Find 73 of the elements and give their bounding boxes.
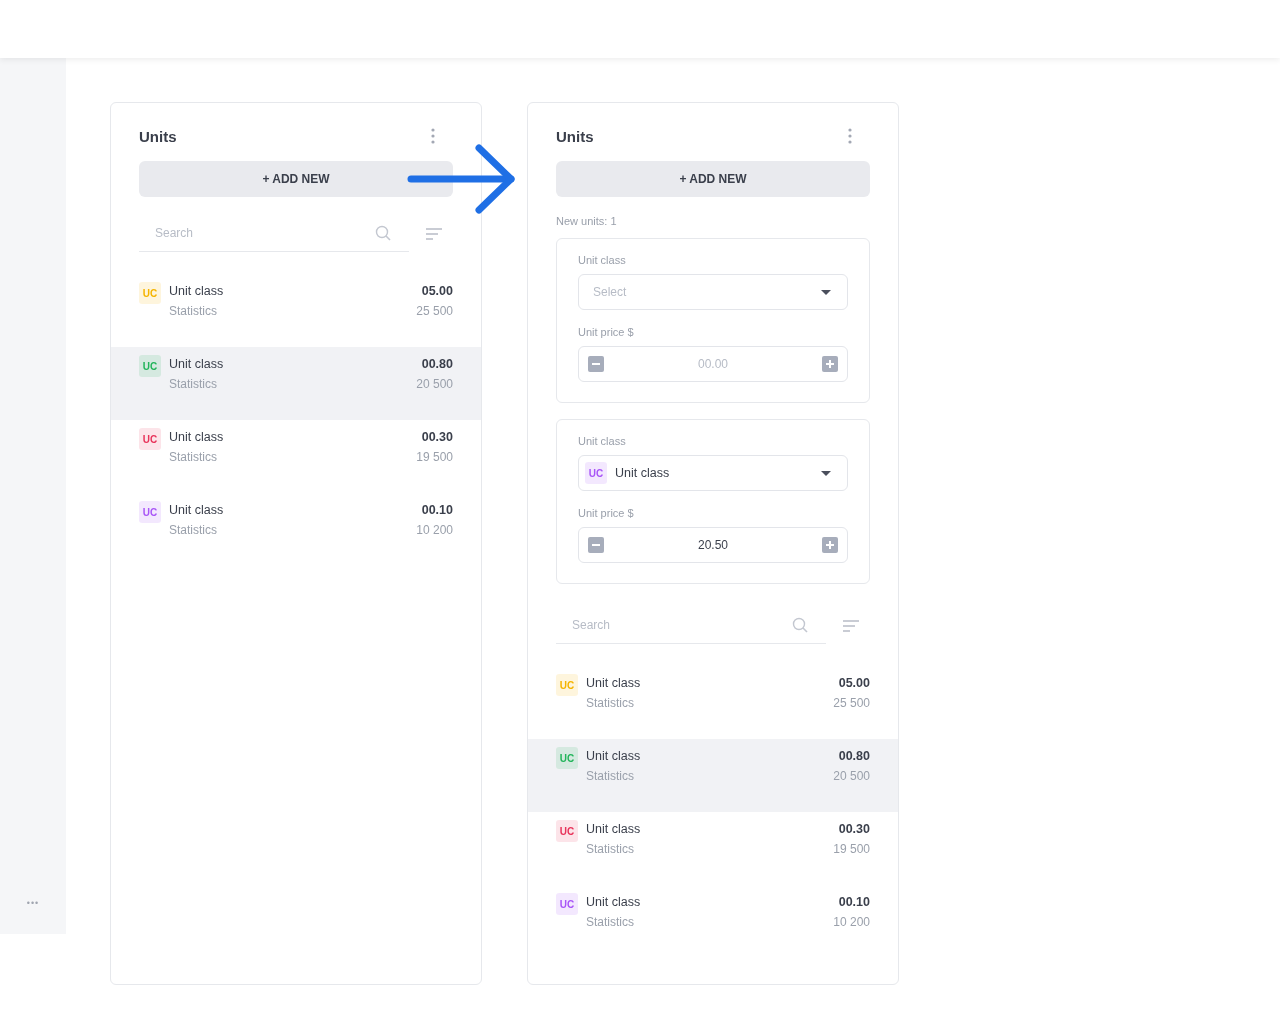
unit-class-badge: UC <box>139 282 161 304</box>
select-value: Unit class <box>615 466 671 480</box>
search-field[interactable]: Search <box>153 225 375 241</box>
field-label: Unit price $ <box>578 507 635 519</box>
unit-name: Unit class <box>169 430 224 444</box>
unit-subtitle: Statistics <box>169 377 218 391</box>
unit-count: 10 200 <box>833 915 870 929</box>
unit-price: 00.80 <box>421 357 453 371</box>
unit-count: 20 500 <box>416 377 453 391</box>
unit-price-field[interactable]: 00.00 <box>578 346 848 382</box>
unit-name: Unit class <box>169 503 224 517</box>
plus-button[interactable] <box>822 537 838 553</box>
minus-button[interactable] <box>588 356 604 372</box>
price-input[interactable]: 20.50 <box>604 537 822 553</box>
plus-button[interactable] <box>822 356 838 372</box>
unit-name: Unit class <box>169 357 224 371</box>
price-input[interactable]: 00.00 <box>604 356 822 372</box>
panel-title: Units <box>139 127 177 145</box>
unit-class-badge: UC <box>139 428 161 450</box>
field-label: Unit class <box>578 254 627 266</box>
unit-class-badge: UC <box>556 820 578 842</box>
field-label: Unit class <box>578 435 627 447</box>
unit-name: Unit class <box>169 284 224 298</box>
more-options-icon[interactable] <box>431 128 435 144</box>
unit-price: 00.30 <box>838 822 870 836</box>
field-label: Unit price $ <box>578 326 635 338</box>
search-icon[interactable] <box>375 225 391 241</box>
unit-subtitle: Statistics <box>586 842 635 856</box>
unit-subtitle: Statistics <box>169 523 218 537</box>
panel-title: Units <box>556 127 594 145</box>
caret-icon <box>821 289 831 295</box>
unit-name: Unit class <box>586 895 641 909</box>
caret-icon <box>821 470 831 476</box>
unit-name: Unit class <box>586 749 641 763</box>
unit-count: 19 500 <box>833 842 870 856</box>
unit-count: 20 500 <box>833 769 870 783</box>
unit-count: 19 500 <box>416 450 453 464</box>
unit-name: Unit class <box>586 822 641 836</box>
unit-class-badge: UC <box>556 674 578 696</box>
sort-icon[interactable] <box>425 225 443 242</box>
unit-price-field[interactable]: 20.50 <box>578 527 848 563</box>
sort-icon[interactable] <box>842 617 860 634</box>
unit-count: 10 200 <box>416 523 453 537</box>
more-options-icon[interactable] <box>848 128 852 144</box>
unit-class-badge: UC <box>585 462 607 484</box>
unit-class-badge: UC <box>139 355 161 377</box>
search-field[interactable]: Search <box>570 617 792 633</box>
unit-name: Unit class <box>586 676 641 690</box>
unit-subtitle: Statistics <box>586 915 635 929</box>
unit-count: 25 500 <box>416 304 453 318</box>
unit-count: 25 500 <box>833 696 870 710</box>
add-new-button[interactable]: + ADD NEW <box>556 161 870 197</box>
unit-class-badge: UC <box>139 501 161 523</box>
unit-subtitle: Statistics <box>586 696 635 710</box>
unit-subtitle: Statistics <box>169 450 218 464</box>
unit-price: 00.10 <box>421 503 453 517</box>
unit-list-item[interactable]: UC Unit class Statistics 00.80 20 500 <box>528 739 898 812</box>
unit-price: 05.00 <box>421 284 453 298</box>
select-placeholder: Select <box>592 285 628 299</box>
unit-price: 00.30 <box>421 430 453 444</box>
add-new-button[interactable]: + ADD NEW <box>139 161 453 197</box>
unit-class-select[interactable]: UC Unit class <box>578 455 848 491</box>
unit-price: 00.10 <box>838 895 870 909</box>
unit-class-badge: UC <box>556 747 578 769</box>
unit-list-item[interactable]: UC Unit class Statistics 00.80 20 500 <box>111 347 481 420</box>
unit-class-badge: UC <box>556 893 578 915</box>
search-icon[interactable] <box>792 617 808 633</box>
minus-button[interactable] <box>588 537 604 553</box>
unit-price: 00.80 <box>838 749 870 763</box>
unit-subtitle: Statistics <box>586 769 635 783</box>
new-units-count: New units: 1 <box>556 215 618 227</box>
unit-price: 05.00 <box>838 676 870 690</box>
unit-subtitle: Statistics <box>169 304 218 318</box>
